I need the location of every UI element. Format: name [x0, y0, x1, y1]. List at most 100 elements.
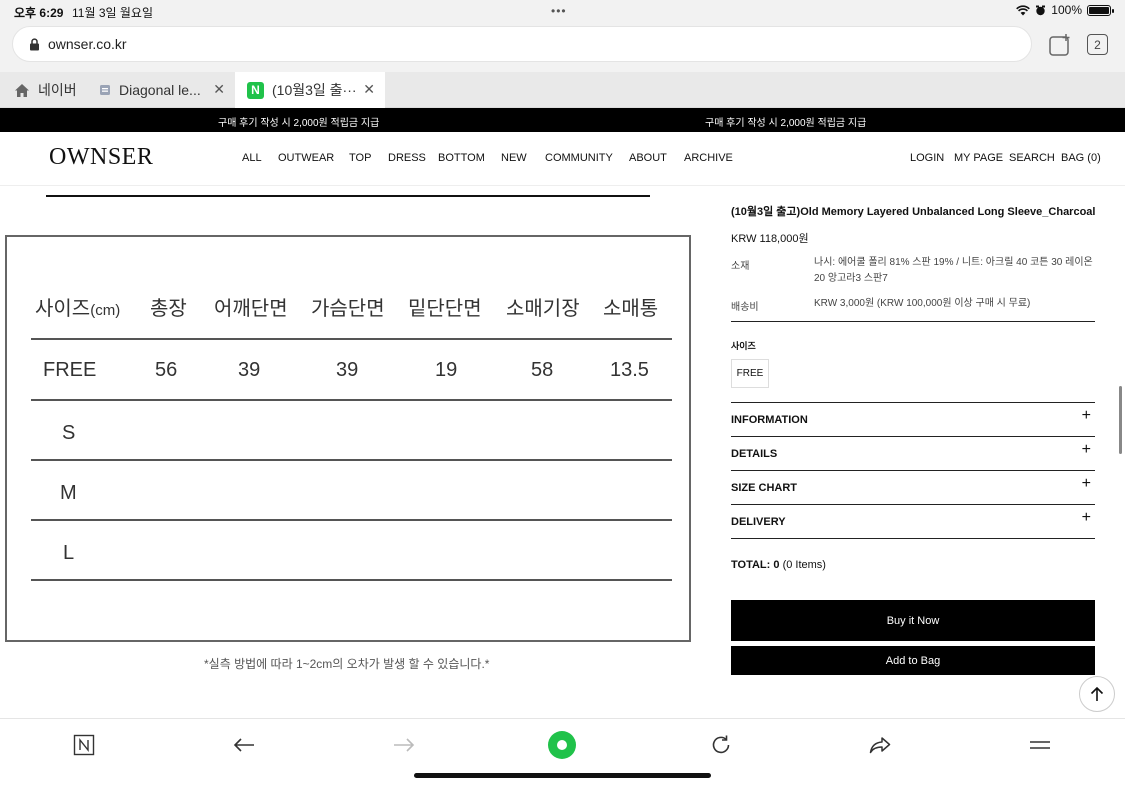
status-bar: 오후 6:29 11월 3일 월요일 ••• 100%: [0, 0, 1125, 22]
accordion-details[interactable]: DETAILS +: [731, 436, 1095, 470]
arrow-up-icon: [1090, 686, 1104, 701]
size-option-label: 사이즈: [731, 341, 756, 351]
col-header: 소매기장: [506, 298, 580, 320]
address-row: ownser.co.kr 2: [0, 22, 1125, 72]
login-link[interactable]: LOGIN: [910, 152, 944, 164]
close-icon[interactable]: ✕: [213, 81, 225, 98]
accordion-size-chart[interactable]: SIZE CHART +: [731, 470, 1095, 504]
home-indicator[interactable]: [414, 773, 711, 778]
tab-naver-home[interactable]: 네이버: [0, 72, 85, 108]
plus-icon[interactable]: +: [1082, 441, 1091, 459]
scroll-top-button[interactable]: [1079, 676, 1115, 712]
tab-diagonal[interactable]: Diagonal le... ✕: [85, 72, 235, 108]
tab-label: 네이버: [38, 82, 77, 98]
nav-dress[interactable]: DRESS: [388, 152, 426, 164]
nav-outwear[interactable]: OUTWEAR: [278, 152, 334, 164]
search-link[interactable]: SEARCH: [1009, 152, 1055, 164]
menu-button[interactable]: [1026, 731, 1054, 759]
forward-button[interactable]: [390, 731, 418, 759]
share-button[interactable]: [866, 731, 894, 759]
accordion-information[interactable]: INFORMATION +: [731, 402, 1095, 436]
close-icon[interactable]: ✕: [363, 81, 375, 98]
accordion-title: DELIVERY: [731, 516, 786, 528]
nav-new[interactable]: NEW: [501, 152, 527, 164]
material-label: 소재: [731, 261, 750, 272]
status-right: 100%: [1016, 3, 1114, 17]
col-header: 총장: [150, 298, 187, 320]
material-value: 나시: 에어쿨 폴리 81% 스판 19% / 니트: 아크릴 40 코튼 30…: [814, 257, 1093, 284]
table-rule: [31, 579, 672, 581]
naver-home-button[interactable]: [70, 731, 98, 759]
mypage-link[interactable]: MY PAGE: [954, 152, 1003, 164]
col-header: 가슴단면: [311, 298, 385, 320]
measurement-note: *실측 방법에 따라 1~2cm의 오차가 발생 할 수 있습니다.*: [204, 657, 490, 671]
cell: 39: [336, 359, 359, 381]
shipping-label: 배송비: [731, 302, 759, 313]
browser-toolbar: [0, 718, 1125, 786]
new-tab-icon[interactable]: [1048, 33, 1072, 57]
accordion-delivery[interactable]: DELIVERY +: [731, 504, 1095, 538]
total-items: (0 Items): [782, 559, 826, 571]
product-price: KRW 118,000원: [731, 233, 809, 245]
total-value: 0: [773, 559, 780, 571]
col-header: 소매통: [603, 298, 659, 320]
page-icon: [99, 84, 111, 96]
status-time: 오후 6:29: [14, 6, 64, 20]
total-label: TOTAL:: [731, 559, 771, 571]
plus-icon[interactable]: +: [1082, 407, 1091, 425]
arrow-left-icon: [233, 738, 254, 752]
reload-icon: [712, 735, 730, 754]
cell: 19: [435, 359, 458, 381]
size-col-header: 사이즈(cm): [35, 298, 121, 320]
divider: [46, 195, 650, 197]
row-size: FREE: [43, 359, 97, 381]
wifi-icon: [1016, 4, 1031, 15]
url-text: ownser.co.kr: [48, 36, 127, 52]
tab-count-button[interactable]: 2: [1087, 34, 1108, 55]
nav-bottom[interactable]: BOTTOM: [438, 152, 485, 164]
table-rule: [31, 338, 672, 340]
table-rule: [31, 519, 672, 521]
col-header: 어깨단면: [214, 298, 288, 320]
naver-n-icon: [73, 734, 95, 756]
reload-button[interactable]: [707, 731, 735, 759]
bag-link[interactable]: BAG (0): [1061, 152, 1101, 164]
scrollbar[interactable]: [1119, 386, 1122, 454]
plus-icon[interactable]: +: [1082, 475, 1091, 493]
tab-label: Diagonal le...: [119, 82, 201, 98]
arrow-right-icon: [394, 738, 415, 752]
add-to-bag-button[interactable]: Add to Bag: [731, 646, 1095, 675]
row-size: L: [63, 542, 75, 564]
total-summary: TOTAL: 0 (0 Items): [731, 559, 826, 571]
tab-product[interactable]: N (10월3일 출··· ✕: [235, 72, 385, 108]
product-title: (10월3일 출고)Old Memory Layered Unbalanced …: [731, 206, 1096, 218]
hamburger-menu-icon: [1030, 741, 1050, 749]
nav-about[interactable]: ABOUT: [629, 152, 667, 164]
nav-community[interactable]: COMMUNITY: [545, 152, 613, 164]
nav-top[interactable]: TOP: [349, 152, 371, 164]
green-dot-button[interactable]: [548, 731, 576, 759]
nav-all[interactable]: ALL: [242, 152, 262, 164]
divider: [731, 321, 1095, 322]
buy-now-button[interactable]: Buy it Now: [731, 600, 1095, 641]
share-arrow-icon: [869, 737, 891, 754]
row-size: M: [60, 482, 77, 504]
size-option-free[interactable]: FREE: [731, 359, 769, 388]
announcement-left[interactable]: 구매 후기 작성 시 2,000원 적립금 지급: [218, 114, 379, 129]
site-header: OWNSER ALL OUTWEAR TOP DRESS BOTTOM NEW …: [0, 132, 1125, 186]
cell: 56: [155, 359, 178, 381]
back-button[interactable]: [230, 731, 258, 759]
tab-label: (10월3일 출···: [272, 82, 357, 98]
multitask-dots[interactable]: •••: [551, 4, 567, 18]
plus-icon[interactable]: +: [1082, 509, 1091, 527]
accordion-title: INFORMATION: [731, 414, 808, 426]
nav-archive[interactable]: ARCHIVE: [684, 152, 733, 164]
site-logo[interactable]: OWNSER: [49, 144, 153, 171]
cell: 39: [238, 359, 261, 381]
address-bar[interactable]: ownser.co.kr: [12, 26, 1032, 62]
table-rule: [31, 459, 672, 461]
size-table: 사이즈(cm) 총장 어깨단면 가슴단면 밑단단면 소매기장 소매통 FREE …: [5, 235, 691, 642]
shipping-value: KRW 3,000원 (KRW 100,000원 이상 구매 시 무료): [814, 298, 1031, 309]
lock-icon: [30, 37, 39, 50]
announcement-right[interactable]: 구매 후기 작성 시 2,000원 적립금 지급: [705, 114, 866, 129]
